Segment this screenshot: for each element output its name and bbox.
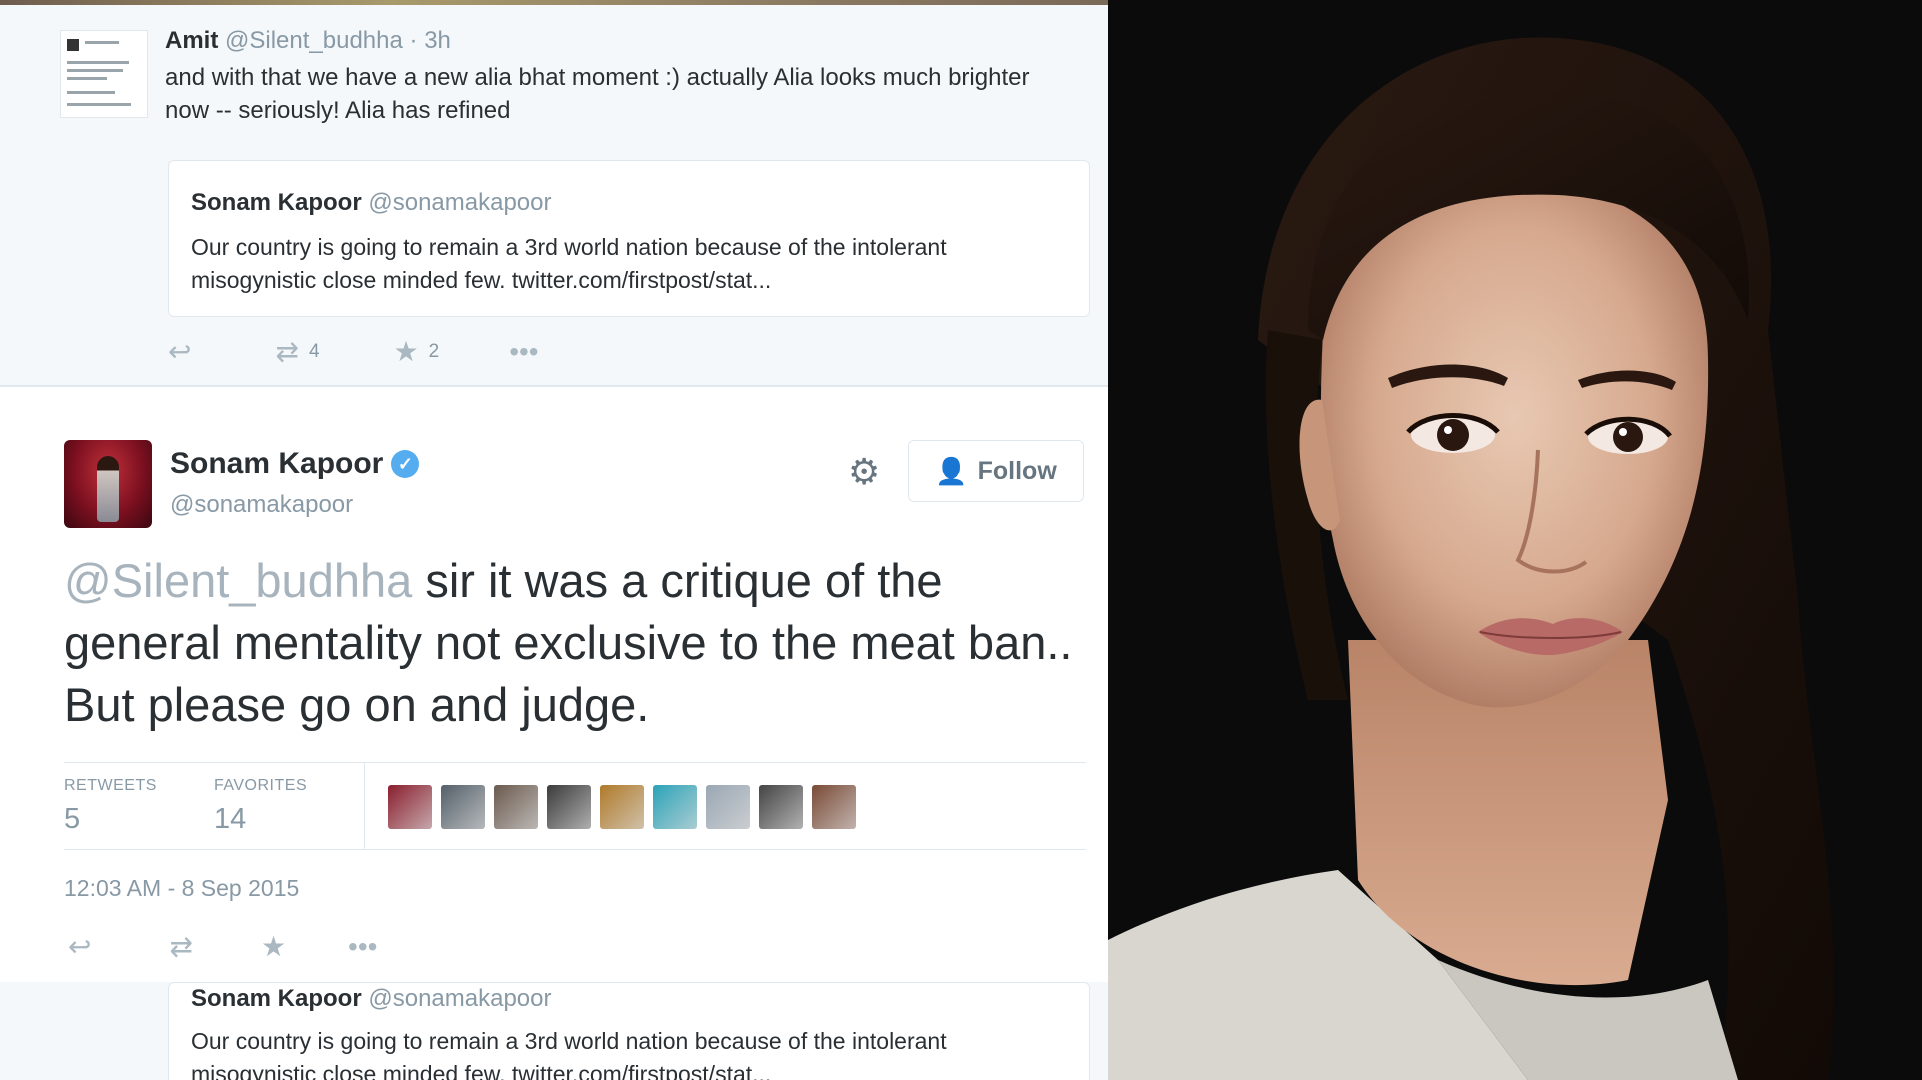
gear-icon[interactable]: ⚙ (848, 451, 880, 493)
more-button[interactable]: ••• (348, 933, 377, 961)
more-icon: ••• (509, 336, 539, 367)
favorites-label: FAVORITES (214, 777, 308, 794)
quote-header: Sonam Kapoor @sonamakapoor (191, 985, 552, 1013)
tweet-actions: ↩ ⇄ 4 ★ 2 ••• (168, 338, 587, 366)
author-name[interactable]: Sonam Kapoor ✓ (170, 447, 420, 481)
reply-tweet[interactable]: Amit @Silent_budhha · 3h and with that w… (0, 5, 1108, 385)
favorite-button[interactable]: ★ (261, 933, 286, 961)
mention-link[interactable]: @Silent_budhha (64, 554, 412, 607)
favorite-count: 2 (428, 341, 440, 362)
avatar[interactable] (64, 440, 152, 528)
tweet-timestamp[interactable]: 12:03 AM - 8 Sep 2015 (64, 875, 299, 902)
favoriter-avatar[interactable] (388, 785, 432, 829)
woman-portrait-image (1108, 0, 1922, 1080)
reply-button[interactable]: ↩ (168, 338, 191, 366)
favoriters-avatars (388, 785, 865, 829)
verified-badge-icon: ✓ (391, 450, 420, 478)
quote-author-handle: @sonamakapoor (368, 985, 552, 1012)
quote-author-name: Sonam Kapoor (191, 985, 362, 1012)
favoriter-avatar[interactable] (759, 785, 803, 829)
author-handle[interactable]: @sonamakapoor (170, 491, 353, 519)
tweet-text: and with that we have a new alia bhat mo… (165, 64, 1030, 124)
tweet-text: @Silent_budhha sir it was a critique of … (64, 550, 1084, 736)
quote-text: Our country is going to remain a 3rd wor… (191, 1028, 947, 1080)
retweets-count: 5 (64, 803, 81, 835)
favoriter-avatar[interactable] (494, 785, 538, 829)
reply-icon: ↩ (168, 336, 192, 367)
divider (64, 849, 1086, 850)
favoriter-avatar[interactable] (547, 785, 591, 829)
quote-author-name: Sonam Kapoor (191, 189, 362, 216)
author-name-text: Sonam Kapoor (170, 447, 384, 480)
quote-header: Sonam Kapoor @sonamakapoor (191, 189, 552, 217)
favoriter-avatar[interactable] (600, 785, 644, 829)
retweet-button[interactable]: ⇄ (169, 933, 192, 961)
reply-button[interactable]: ↩ (68, 933, 91, 961)
author-handle[interactable]: @Silent_budhha (225, 27, 403, 54)
retweet-icon: ⇄ (275, 336, 299, 367)
retweet-count: 4 (308, 341, 320, 362)
quote-author-handle: @sonamakapoor (368, 189, 552, 216)
retweets-stat[interactable]: RETWEETS 5 (64, 777, 157, 836)
retweets-label: RETWEETS (64, 777, 157, 794)
quote-text: Our country is going to remain a 3rd wor… (191, 234, 947, 293)
retweet-icon: ⇄ (169, 931, 193, 962)
reply-icon: ↩ (68, 931, 92, 962)
add-user-icon: 👤 (935, 455, 968, 486)
divider (364, 763, 365, 849)
tweet-time[interactable]: · 3h (410, 27, 451, 54)
follow-button[interactable]: 👤 Follow (908, 440, 1084, 502)
reply-header: Amit @Silent_budhha · 3h (165, 27, 451, 55)
favoriter-avatar[interactable] (441, 785, 485, 829)
portrait-photo (1108, 0, 1922, 1080)
favorite-button[interactable]: ★ 2 (394, 338, 440, 366)
follow-label: Follow (977, 456, 1057, 485)
quoted-tweet[interactable]: Sonam Kapoor @sonamakapoor Our country i… (168, 160, 1090, 317)
favoriter-avatar[interactable] (812, 785, 856, 829)
tweet-actions: ↩ ⇄ ★ ••• (68, 933, 425, 961)
main-tweet: Sonam Kapoor ✓ @sonamakapoor ⚙ 👤 Follow @… (0, 387, 1108, 982)
divider (64, 762, 1086, 763)
more-icon: ••• (348, 931, 378, 962)
quoted-tweet[interactable]: Sonam Kapoor @sonamakapoor Our country i… (168, 982, 1090, 1080)
author-name[interactable]: Amit (165, 27, 218, 54)
favoriter-avatar[interactable] (706, 785, 750, 829)
favorites-count: 14 (214, 803, 247, 835)
avatar[interactable] (60, 30, 148, 118)
star-icon: ★ (393, 336, 419, 367)
retweet-button[interactable]: ⇄ 4 (275, 338, 319, 366)
favoriter-avatar[interactable] (653, 785, 697, 829)
more-button[interactable]: ••• (509, 338, 538, 366)
star-icon: ★ (260, 931, 287, 962)
twitter-screenshot-panel: Amit @Silent_budhha · 3h and with that w… (0, 0, 1108, 1080)
favorites-stat[interactable]: FAVORITES 14 (214, 777, 307, 836)
